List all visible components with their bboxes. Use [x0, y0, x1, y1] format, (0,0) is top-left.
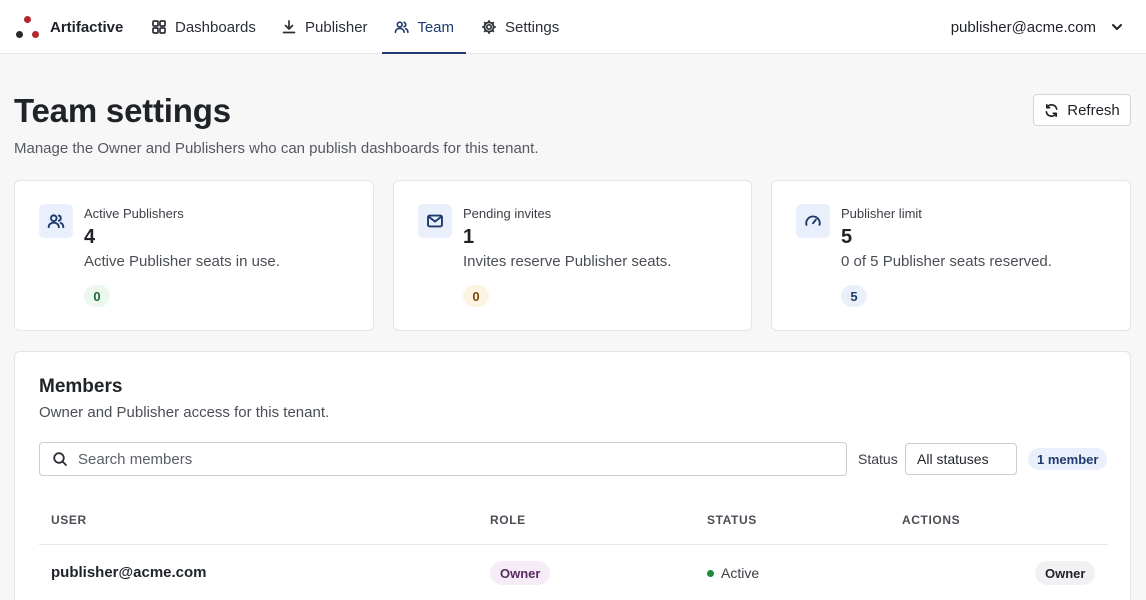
stat-label: Active Publishers: [84, 206, 184, 221]
download-icon: [282, 20, 296, 34]
row-status-label: Active: [721, 565, 760, 581]
stat-description: 0 of 5 Publisher seats reserved.: [841, 253, 1052, 270]
stat-card-active-publishers: Active Publishers 4 Active Publisher sea…: [14, 180, 374, 331]
page-subtitle: Manage the Owner and Publishers who can …: [14, 140, 539, 157]
members-subtitle: Owner and Publisher access for this tena…: [39, 404, 330, 421]
stat-pill: 5: [841, 285, 867, 307]
row-action-badge: Owner: [1035, 561, 1096, 585]
users-icon: [394, 21, 409, 34]
stat-pill: 0: [84, 285, 110, 307]
tab-publisher[interactable]: Publisher: [269, 0, 380, 54]
top-nav: Artifactive Dashboards Publisher Team Se…: [0, 0, 1146, 54]
column-header-role[interactable]: ROLE: [490, 513, 526, 527]
dashboard-grid-icon: [152, 20, 166, 34]
status-filter-label: Status: [858, 451, 898, 467]
chevron-down-icon: [1112, 24, 1122, 30]
brand-logo-icon: [16, 15, 40, 39]
column-header-user[interactable]: USER: [51, 513, 87, 527]
brand-name: Artifactive: [50, 18, 124, 36]
stat-card-publisher-limit: Publisher limit 5 0 of 5 Publisher seats…: [771, 180, 1131, 331]
stat-card-pending-invites: Pending invites 1 Invites reserve Publis…: [393, 180, 752, 331]
tab-settings[interactable]: Settings: [469, 0, 571, 54]
tab-settings-label: Settings: [505, 18, 560, 36]
members-title: Members: [39, 376, 123, 397]
refresh-label: Refresh: [1067, 101, 1120, 119]
tab-team[interactable]: Team: [382, 0, 466, 54]
member-count-badge: 1 member: [1028, 448, 1108, 470]
user-menu[interactable]: publisher@acme.com: [951, 0, 1124, 54]
stat-value: 5: [841, 226, 853, 248]
members-panel: Members Owner and Publisher access for t…: [14, 351, 1131, 600]
tab-dashboards[interactable]: Dashboards: [139, 0, 268, 54]
row-user-email: publisher@acme.com: [51, 564, 207, 581]
search-input[interactable]: [78, 450, 778, 468]
status-filter-select[interactable]: All statuses: [905, 443, 1017, 475]
role-badge: Owner: [490, 561, 551, 585]
users-icon: [39, 204, 73, 238]
stat-value: 4: [84, 226, 96, 248]
tab-publisher-label: Publisher: [305, 18, 368, 36]
stat-value: 1: [463, 226, 475, 248]
stat-description: Active Publisher seats in use.: [84, 253, 280, 270]
search-box[interactable]: [39, 442, 847, 476]
table-divider: [39, 544, 1108, 545]
mail-icon: [418, 204, 452, 238]
row-status: Active: [707, 565, 759, 581]
tab-team-label: Team: [417, 18, 454, 36]
page-title: Team settings: [14, 92, 231, 129]
tab-dashboards-label: Dashboards: [175, 18, 256, 36]
column-header-actions: ACTIONS: [902, 513, 961, 527]
column-header-status[interactable]: STATUS: [707, 513, 757, 527]
stat-label: Publisher limit: [841, 206, 922, 221]
refresh-button[interactable]: Refresh: [1033, 94, 1131, 126]
refresh-icon: [1045, 103, 1058, 117]
stat-pill: 0: [463, 285, 489, 307]
search-icon: [53, 452, 67, 466]
gauge-icon: [796, 204, 830, 238]
status-dot-icon: [707, 569, 714, 577]
stat-description: Invites reserve Publisher seats.: [463, 253, 672, 270]
user-email: publisher@acme.com: [950, 18, 1096, 36]
stat-label: Pending invites: [463, 206, 552, 221]
gear-icon: [481, 19, 497, 35]
brand[interactable]: Artifactive: [16, 15, 123, 39]
